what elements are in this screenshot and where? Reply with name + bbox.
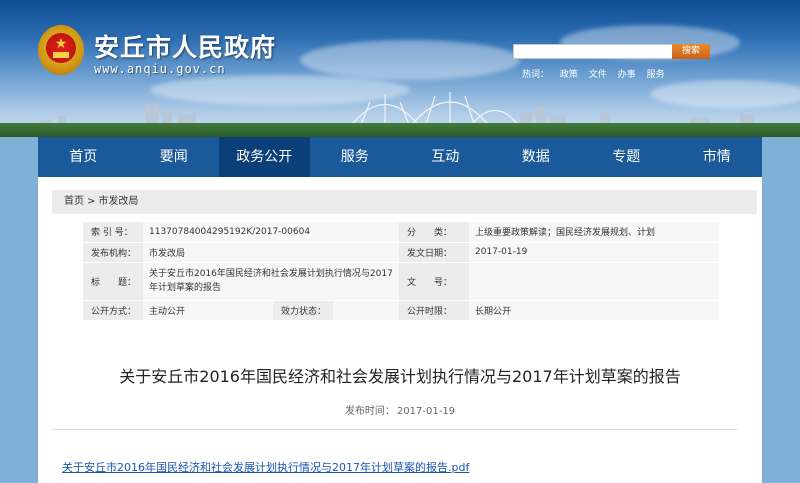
header-banner: ★ 安丘市人民政府 www.anqiu.gov.cn 搜索 热词： 政策 文件 … (0, 0, 800, 137)
hotword-link[interactable]: 文件 (589, 70, 607, 80)
search-button[interactable]: 搜索 (672, 44, 710, 59)
index-no-value: 11370784004295192K/2017-00604 (143, 222, 399, 243)
nav-item-city-info[interactable]: 市情 (672, 137, 763, 177)
nav-item-news[interactable]: 要闻 (129, 137, 220, 177)
publish-date-label: 发布时间： (344, 406, 395, 417)
document-title: 关于安丘市2016年国民经济和社会发展计划执行情况与2017年计划草案的报告 (119, 367, 681, 386)
title-label: 标 题： (83, 262, 143, 301)
title-value: 关于安丘市2016年国民经济和社会发展计划执行情况与2017年计划草案的报告 (143, 262, 399, 301)
nav-item-home[interactable]: 首页 (38, 137, 129, 177)
main-nav: 首页 要闻 政务公开 服务 互动 数据 专题 市情 (38, 137, 762, 177)
search-input[interactable] (513, 44, 673, 59)
validity-label: 效力状态： (273, 300, 333, 321)
breadcrumb-home[interactable]: 首页 (64, 196, 84, 207)
publisher-value: 市发改局 (143, 242, 399, 263)
nav-item-gov-affairs[interactable]: 政务公开 (219, 137, 310, 177)
site-url: www.anqiu.gov.cn (94, 62, 226, 76)
nav-item-services[interactable]: 服务 (310, 137, 401, 177)
category-value: 上级重要政策解读；国民经济发展规划、计划 (469, 222, 719, 243)
hotword-link[interactable]: 办事 (618, 70, 636, 80)
doc-no-value (469, 262, 719, 301)
open-time-label: 公开时限： (399, 300, 469, 321)
category-label: 分 类： (399, 222, 469, 243)
open-mode-label: 公开方式： (83, 300, 143, 321)
divider (52, 429, 737, 430)
hotword-link[interactable]: 服务 (647, 70, 665, 80)
publish-date: 发布时间： 2017-01-19 (38, 402, 762, 417)
breadcrumb-separator: > (87, 196, 96, 207)
doc-no-label: 文 号： (399, 262, 469, 301)
attachment-link[interactable]: 关于安丘市2016年国民经济和社会发展计划执行情况与2017年计划草案的报告.p… (62, 459, 469, 475)
tree-line (0, 123, 800, 137)
document-metadata-table: 索 引 号： 11370784004295192K/2017-00604 分 类… (83, 222, 719, 321)
issue-date-label: 发文日期： (399, 242, 469, 263)
open-mode-value: 主动公开 (143, 300, 273, 321)
publisher-label: 发布机构： (83, 242, 143, 263)
hotwords-label: 热词： (522, 70, 550, 80)
hotwords: 热词： 政策 文件 办事 服务 (522, 67, 673, 80)
hotword-link[interactable]: 政策 (560, 70, 578, 80)
publish-date-value: 2017-01-19 (396, 406, 456, 417)
index-no-label: 索 引 号： (83, 222, 143, 243)
open-time-value: 长期公开 (469, 300, 719, 321)
content-panel: 首页 > 市发改局 索 引 号： 11370784004295192K/2017-0… (38, 177, 762, 483)
site-title: 安丘市人民政府 (94, 33, 277, 62)
national-emblem-icon: ★ (38, 25, 84, 75)
breadcrumb: 首页 > 市发改局 (52, 190, 757, 214)
breadcrumb-current[interactable]: 市发改局 (98, 196, 138, 207)
issue-date-value: 2017-01-19 (469, 242, 719, 263)
nav-item-data[interactable]: 数据 (491, 137, 582, 177)
nav-item-interaction[interactable]: 互动 (400, 137, 491, 177)
nav-item-topics[interactable]: 专题 (581, 137, 672, 177)
validity-value (333, 300, 399, 321)
